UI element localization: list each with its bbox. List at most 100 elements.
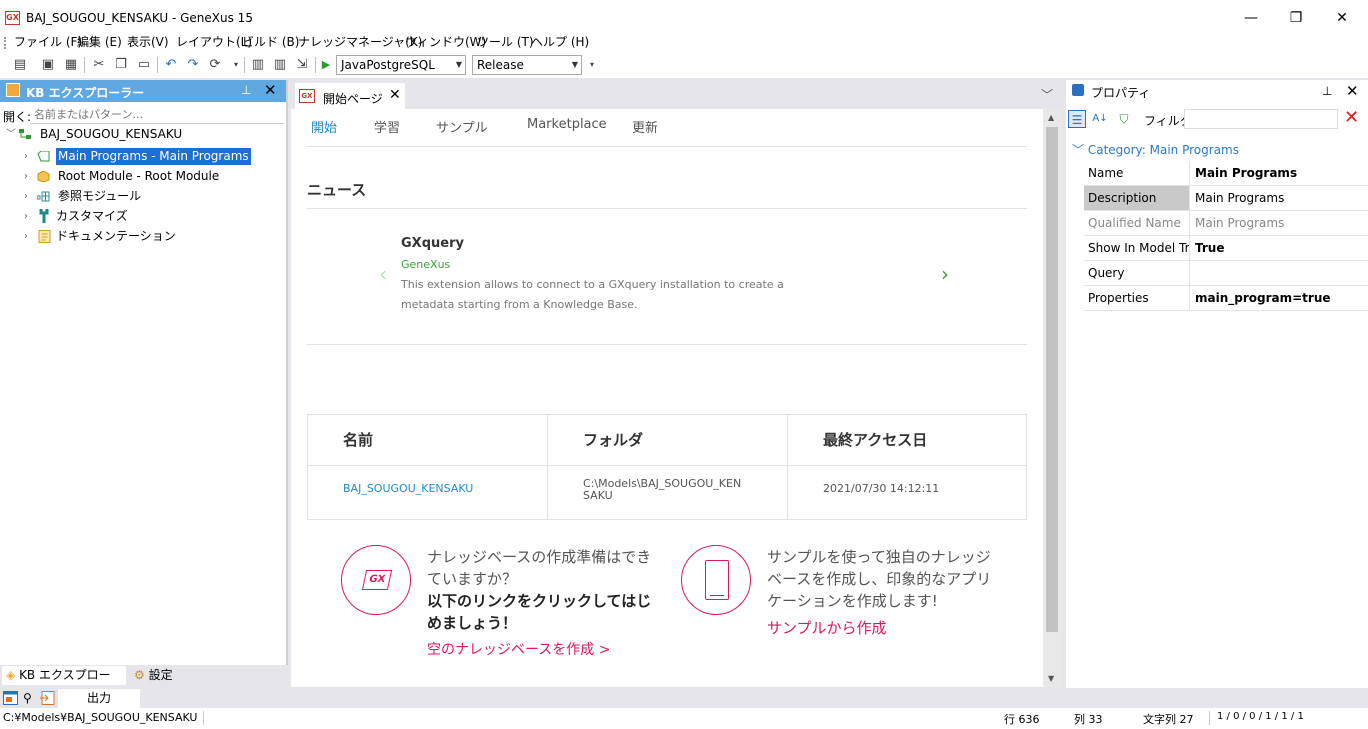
restore-button[interactable]: ❐	[1281, 8, 1311, 28]
tree-item-documentation[interactable]: › ドキュメンテーション	[24, 228, 284, 245]
new-object-icon[interactable]: ▤	[12, 57, 28, 73]
minimize-button[interactable]: —	[1236, 8, 1266, 28]
close-tab-icon[interactable]: ✕	[389, 87, 401, 103]
close-window-button[interactable]: ✕	[1327, 8, 1357, 28]
chevron-right-icon[interactable]: ›	[24, 228, 28, 245]
nav-samples[interactable]: サンプル	[436, 117, 488, 136]
refresh-icon[interactable]: ⟳	[207, 57, 223, 73]
menu-edit[interactable]: 編集 (E)	[77, 35, 122, 50]
property-name: Query	[1084, 261, 1190, 285]
toolbar-overflow-icon[interactable]: ▾	[584, 57, 600, 73]
property-value[interactable]: True	[1195, 236, 1224, 260]
property-row-query[interactable]: Query	[1084, 261, 1368, 286]
chevron-right-icon[interactable]: ›	[24, 148, 28, 165]
property-name: Show In Model Tree	[1084, 236, 1190, 260]
chevron-down-icon[interactable]: ﹀	[1072, 143, 1084, 157]
window-list-icon[interactable]	[3, 691, 18, 705]
configuration-select[interactable]: Release ▼	[472, 55, 582, 75]
kb-search-input[interactable]	[30, 106, 284, 124]
document-list-chevron-icon[interactable]: ﹀	[1041, 86, 1053, 103]
cut-icon[interactable]: ✂	[91, 57, 107, 73]
tab-output[interactable]: 出力	[58, 689, 140, 708]
build-icon[interactable]: ▥	[250, 57, 266, 73]
search-icon[interactable]: ⚲	[23, 691, 38, 705]
menu-knowledge-manager[interactable]: ナレッジマネージャ(K)	[298, 35, 422, 50]
save-all-icon[interactable]: ▦	[63, 57, 79, 73]
tab-settings-label: 設定	[148, 668, 173, 682]
property-row-description[interactable]: Description Main Programs	[1084, 186, 1368, 211]
scroll-up-icon[interactable]: ▲	[1048, 113, 1054, 122]
toolbar-overflow-icon[interactable]: ▾	[228, 57, 244, 73]
pin-icon[interactable]: ⊥	[241, 83, 251, 97]
paste-icon[interactable]: ▭	[136, 57, 152, 73]
nav-marketplace[interactable]: Marketplace	[527, 117, 607, 132]
news-next-chevron-icon[interactable]: ›	[941, 262, 949, 286]
chevron-right-icon[interactable]: ›	[24, 188, 28, 205]
nav-updates[interactable]: 更新	[632, 117, 658, 136]
chevron-down-icon[interactable]: ﹀	[6, 126, 16, 143]
tree-item-main-programs[interactable]: › Main Programs - Main Programs	[24, 148, 284, 165]
tab-kb-explorer[interactable]: ◈ KB エクスプローラー	[2, 666, 126, 701]
sort-alpha-icon[interactable]: A↓	[1091, 110, 1109, 128]
property-row-name[interactable]: Name Main Programs	[1084, 161, 1368, 186]
clear-filter-icon[interactable]: ✕	[1344, 107, 1359, 128]
news-prev-chevron-icon[interactable]: ‹	[379, 262, 387, 286]
scrollbar-thumb[interactable]	[1046, 127, 1058, 632]
promo-right-text: サンプルを使って独自のナレッジベースを作成し、印象的なアプリケーションを作成しま…	[767, 548, 992, 610]
environment-select[interactable]: JavaPostgreSQL ▼	[336, 55, 466, 75]
tree-item-referenced-modules[interactable]: › 参照モジュール	[24, 188, 284, 205]
property-row-properties[interactable]: Properties main_program=true	[1084, 286, 1368, 311]
deploy-icon[interactable]: ⇲	[294, 57, 310, 73]
build-all-icon[interactable]: ▥	[272, 57, 288, 73]
tree-root[interactable]: ﹀ BAJ_SOUGOU_KENSAKU	[6, 126, 276, 143]
pin-icon[interactable]: ⊥	[1322, 84, 1332, 98]
categorized-view-icon[interactable]: ☰	[1068, 110, 1086, 128]
create-empty-kb-link[interactable]: 空のナレッジベースを作成 >	[427, 639, 610, 659]
menu-build[interactable]: ビルド (B)	[242, 35, 299, 50]
nav-learn[interactable]: 学習	[374, 117, 400, 136]
property-category[interactable]: ﹀ Category: Main Programs	[1072, 141, 1239, 158]
divider	[307, 208, 1027, 209]
column-header-name: 名前	[343, 431, 374, 449]
copy-icon[interactable]: ❐	[113, 57, 129, 73]
menu-help[interactable]: ヘルプ (H)	[531, 35, 589, 50]
save-icon[interactable]: ▣	[40, 57, 56, 73]
menu-window[interactable]: ウィンドウ(W)	[405, 35, 486, 50]
tab-start-page[interactable]: GX 開始ページ ✕	[295, 83, 405, 109]
tab-settings[interactable]: ⚙ 設定	[130, 666, 177, 685]
recent-kb-name-link[interactable]: BAJ_SOUGOU_KENSAKU	[343, 482, 473, 536]
toolbar: ▤ ▣ ▦ ✂ ❐ ▭ ↶ ↷ ⟳ ▾ ▥ ▥ ⇲ ▶ JavaPostgreS…	[0, 52, 1368, 78]
menu-tools[interactable]: ツール (T)	[477, 35, 534, 50]
menu-view[interactable]: 表示(V)	[127, 35, 169, 50]
output-bar: ⚲ 出力	[0, 688, 1368, 708]
menu-layout[interactable]: レイアウト(L)	[176, 35, 252, 50]
undo-icon[interactable]: ↶	[163, 57, 179, 73]
status-separator	[1209, 711, 1210, 725]
property-value[interactable]: main_program=true	[1195, 286, 1331, 310]
chevron-right-icon[interactable]: ›	[24, 168, 28, 185]
create-from-sample-link[interactable]: サンプルから作成	[767, 617, 887, 638]
close-icon[interactable]: ✕	[1346, 82, 1359, 100]
column-header-folder: フォルダ	[583, 431, 644, 449]
status-separator	[203, 711, 204, 725]
nav-start[interactable]: 開始	[311, 117, 337, 136]
filter-input[interactable]	[1184, 109, 1338, 129]
recent-kb-folder: C:\Models\BAJ_SOUGOU_KEN SAKU	[583, 477, 742, 502]
environment-value: JavaPostgreSQL	[341, 58, 435, 72]
close-icon[interactable]: ✕	[264, 81, 277, 99]
property-row-show-in-model-tree[interactable]: Show In Model Tree True	[1084, 236, 1368, 261]
tree-item-customize[interactable]: › カスタマイズ	[24, 208, 284, 225]
property-value[interactable]: Main Programs	[1195, 161, 1297, 185]
menu-file[interactable]: ファイル (F)	[14, 35, 82, 50]
output-icon[interactable]	[40, 691, 55, 705]
tree-item-root-module[interactable]: › Root Module - Root Module	[24, 168, 284, 185]
scroll-down-icon[interactable]: ▼	[1048, 674, 1054, 683]
vertical-scrollbar[interactable]: ▲ ▼	[1043, 109, 1062, 687]
run-icon[interactable]: ▶	[318, 57, 334, 73]
chevron-right-icon[interactable]: ›	[24, 208, 28, 225]
filter-icon[interactable]: ⛉	[1115, 110, 1133, 128]
property-value[interactable]: Main Programs	[1195, 186, 1284, 210]
news-item-title[interactable]: GXquery	[401, 236, 464, 251]
redo-icon[interactable]: ↷	[185, 57, 201, 73]
property-row-qualified-name[interactable]: Qualified Name Main Programs	[1084, 211, 1368, 236]
